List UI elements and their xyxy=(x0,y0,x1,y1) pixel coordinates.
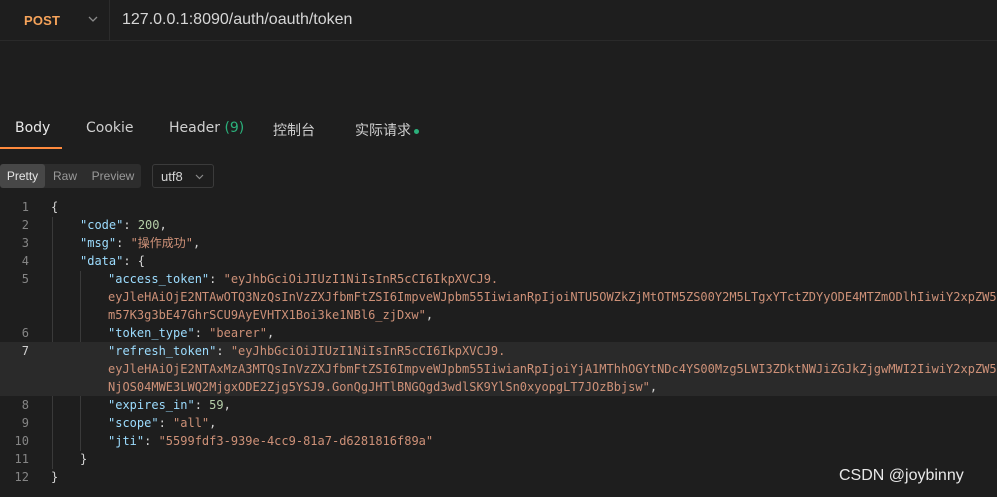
line-number: 6 xyxy=(21,326,29,340)
view-toolbar: Pretty Raw Preview utf8 xyxy=(0,164,997,188)
tab-console[interactable]: 控制台 xyxy=(273,120,315,140)
code-line: 10 "jti": "5599fdf3-939e-4cc9-81a7-d6281… xyxy=(0,432,997,450)
watermark: CSDN @joybinny xyxy=(839,467,964,484)
code-line: 2 "code": 200, xyxy=(0,216,997,234)
json-key: "jti" xyxy=(108,434,145,448)
code-line: 5 "access_token": "eyJhbGciOiJIUzI1NiIsI… xyxy=(0,270,997,288)
line-number: 11 xyxy=(14,452,29,466)
view-mode-switch: Pretty Raw Preview xyxy=(0,164,141,188)
view-pretty-button[interactable]: Pretty xyxy=(0,164,45,188)
json-string: "5599fdf3-939e-4cc9-81a7-d6281816f89a" xyxy=(158,434,434,448)
json-key: "refresh_token" xyxy=(108,344,217,358)
tab-actual-request[interactable]: 实际请求 xyxy=(355,120,419,140)
json-string: NjOS04MWE3LWQ2MjgxODE2Zjg5YSJ9.GonQgJHTl… xyxy=(108,380,650,394)
json-key: "expires_in" xyxy=(108,398,195,412)
chevron-down-icon xyxy=(195,174,204,180)
line-number: 10 xyxy=(14,434,29,448)
json-key: "msg" xyxy=(80,236,117,250)
json-key: "data" xyxy=(80,254,124,268)
json-string: eyJleHAiOjE2NTAwOTQ3NzQsInVzZXJfbmFtZSI6… xyxy=(108,290,997,304)
view-raw-button[interactable]: Raw xyxy=(45,164,85,188)
response-body-viewer[interactable]: 1 { 2 "code": 200, 3 "msg": "操作成功", 4 "d… xyxy=(0,198,997,497)
line-number: 7 xyxy=(21,344,29,358)
encoding-select[interactable]: utf8 xyxy=(152,164,214,188)
json-punct: } xyxy=(80,452,88,466)
json-number: 200 xyxy=(137,218,160,232)
code-line-active: 7 "refresh_token": "eyJhbGciOiJIUzI1NiIs… xyxy=(0,342,997,360)
json-key: "token_type" xyxy=(108,326,195,340)
tab-console-label: 控制台 xyxy=(273,123,315,139)
tab-header-label: Header xyxy=(169,120,220,136)
json-key: "scope" xyxy=(108,416,159,430)
tab-actual-request-label: 实际请求 xyxy=(355,123,411,139)
json-string: m57K3g3bE47GhrSCU9AyEVHTX1Boi3ke1NBl6_zj… xyxy=(108,308,426,322)
tab-body-label: Body xyxy=(15,120,51,136)
line-number: 8 xyxy=(21,398,29,412)
method-label: POST xyxy=(24,13,61,28)
line-number: 5 xyxy=(21,272,29,286)
code-line: 6 "token_type": "bearer", xyxy=(0,324,997,342)
header-count-badge: (9) xyxy=(224,120,245,136)
code-line: 4 "data": { xyxy=(0,252,997,270)
view-preview-button[interactable]: Preview xyxy=(85,164,141,188)
json-punct: { xyxy=(51,200,59,214)
line-number: 12 xyxy=(14,470,29,484)
code-line-active: eyJleHAiOjE2NTAxMzA3MTQsInVzZXJfbmFtZSI6… xyxy=(0,360,997,378)
json-key: "access_token" xyxy=(108,272,210,286)
code-line: eyJleHAiOjE2NTAwOTQ3NzQsInVzZXJfbmFtZSI6… xyxy=(0,288,997,306)
tab-header[interactable]: Header (9) xyxy=(169,120,244,136)
json-number: 59 xyxy=(209,398,224,412)
code-line: m57K3g3bE47GhrSCU9AyEVHTX1Boi3ke1NBl6_zj… xyxy=(108,308,434,322)
code-line: 3 "msg": "操作成功", xyxy=(0,234,997,252)
tab-body[interactable]: Body xyxy=(15,120,50,136)
json-string: "操作成功" xyxy=(130,236,194,250)
code-line-active: NjOS04MWE3LWQ2MjgxODE2Zjg5YSJ9.GonQgJHTl… xyxy=(0,378,997,396)
active-tab-indicator xyxy=(0,147,62,149)
tab-cookie[interactable]: Cookie xyxy=(86,120,134,136)
url-input[interactable]: 127.0.0.1:8090/auth/oauth/token xyxy=(122,11,352,29)
status-dot-icon xyxy=(414,128,419,134)
json-punct: } xyxy=(51,470,59,484)
tab-cookie-label: Cookie xyxy=(86,120,134,136)
line-number: 3 xyxy=(21,236,29,250)
response-tabs: Body Cookie Header (9) 控制台 实际请求 xyxy=(0,108,997,150)
request-bar: POST 127.0.0.1:8090/auth/oauth/token xyxy=(0,0,997,41)
encoding-value: utf8 xyxy=(161,169,183,184)
json-key: "code" xyxy=(80,218,124,232)
code-line: 8 "expires_in": 59, xyxy=(0,396,997,414)
chevron-down-icon xyxy=(88,16,98,22)
json-string: "bearer" xyxy=(209,326,267,340)
code-line: 9 "scope": "all", xyxy=(0,414,997,432)
json-string: eyJleHAiOjE2NTAxMzA3MTQsInVzZXJfbmFtZSI6… xyxy=(108,362,997,376)
code-line: 11 } xyxy=(0,450,997,468)
method-select[interactable]: POST xyxy=(0,0,110,41)
json-string: "all" xyxy=(173,416,210,430)
code-line: 1 { xyxy=(0,198,997,216)
line-number: 2 xyxy=(21,218,29,232)
line-number: 9 xyxy=(21,416,29,430)
line-number: 1 xyxy=(21,200,29,214)
json-string: "eyJhbGciOiJIUzI1NiIsInR5cCI6IkpXVCJ9. xyxy=(223,272,499,286)
json-string: "eyJhbGciOiJIUzI1NiIsInR5cCI6IkpXVCJ9. xyxy=(230,344,506,358)
line-number: 4 xyxy=(21,254,29,268)
